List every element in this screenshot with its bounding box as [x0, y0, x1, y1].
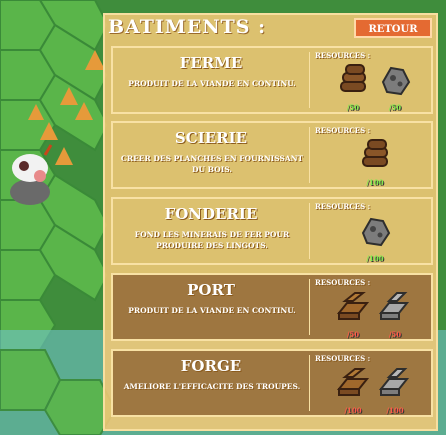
- resource-count: /50: [388, 103, 402, 112]
- building-name: FERME: [179, 54, 243, 72]
- ingots-icon: [379, 292, 410, 320]
- resources-label: RESOURCES :: [315, 278, 371, 287]
- divider: [309, 203, 310, 259]
- building-card-fonderie[interactable]: FONDERIE FOND LES MINERAIS DE FER POUR P…: [111, 197, 433, 265]
- building-name: SCIERIE: [174, 129, 248, 147]
- building-description: CREER DES PLANCHES EN FOURNISSANT DU BOI…: [120, 154, 304, 174]
- divider: [309, 279, 310, 335]
- resources-label: RESOURCES :: [315, 202, 371, 211]
- planks-icon: [337, 292, 369, 320]
- building-description: FOND LES MINERAIS DE FER POUR PRODUIRE D…: [134, 230, 290, 250]
- resources-label: RESOURCES :: [315, 354, 371, 363]
- resource-stone: /50: [377, 62, 413, 112]
- building-description: AMELIORE L'EFFICACITE DES TROUPES.: [123, 382, 301, 391]
- building-card-forge[interactable]: FORGE AMELIORE L'EFFICACITE DES TROUPES.…: [111, 349, 433, 417]
- resource-count: /50: [388, 330, 402, 339]
- building-name: FONDERIE: [164, 205, 258, 223]
- wood-logs-icon: [340, 64, 366, 92]
- building-name: PORT: [187, 281, 235, 299]
- ingots-icon: [379, 368, 410, 396]
- resource-planks: /50: [335, 289, 371, 339]
- divider: [309, 52, 310, 108]
- resource-wood: /50: [335, 62, 371, 112]
- stone-ore-icon: [381, 66, 411, 96]
- resource-stone: /100: [357, 213, 393, 263]
- building-description: PRODUIT DE LA VIANDE EN CONTINU.: [128, 79, 296, 88]
- resource-count: /100: [366, 178, 384, 187]
- resources-label: RESOURCES :: [315, 51, 371, 60]
- divider: [309, 355, 310, 411]
- building-card-port[interactable]: PORT PRODUIT DE LA VIANDE EN CONTINU. RE…: [111, 273, 433, 341]
- building-name: FORGE: [180, 357, 242, 375]
- wood-logs-icon: [362, 139, 388, 167]
- divider: [309, 127, 310, 183]
- buildings-panel: BATIMENTS : RETOUR FERME PRODUIT DE LA V…: [103, 13, 438, 431]
- panel-title: BATIMENTS :: [108, 16, 267, 38]
- building-card-ferme[interactable]: FERME PRODUIT DE LA VIANDE EN CONTINU. R…: [111, 46, 433, 114]
- building-description: PRODUIT DE LA VIANDE EN CONTINU.: [128, 306, 296, 315]
- resource-ingots: /100: [377, 365, 413, 415]
- resource-count: /100: [386, 406, 404, 415]
- resource-count: /50: [346, 330, 360, 339]
- stone-ore-icon: [361, 217, 391, 247]
- resource-count: /100: [366, 254, 384, 263]
- building-card-scierie[interactable]: SCIERIE CREER DES PLANCHES EN FOURNISSAN…: [111, 121, 433, 189]
- resource-planks: /100: [335, 365, 371, 415]
- resource-ingots: /50: [377, 289, 413, 339]
- resource-count: /100: [344, 406, 362, 415]
- resource-wood: /100: [357, 137, 393, 187]
- resource-count: /50: [346, 103, 360, 112]
- planks-icon: [337, 368, 369, 396]
- back-button[interactable]: RETOUR: [354, 18, 432, 38]
- resources-label: RESOURCES :: [315, 126, 371, 135]
